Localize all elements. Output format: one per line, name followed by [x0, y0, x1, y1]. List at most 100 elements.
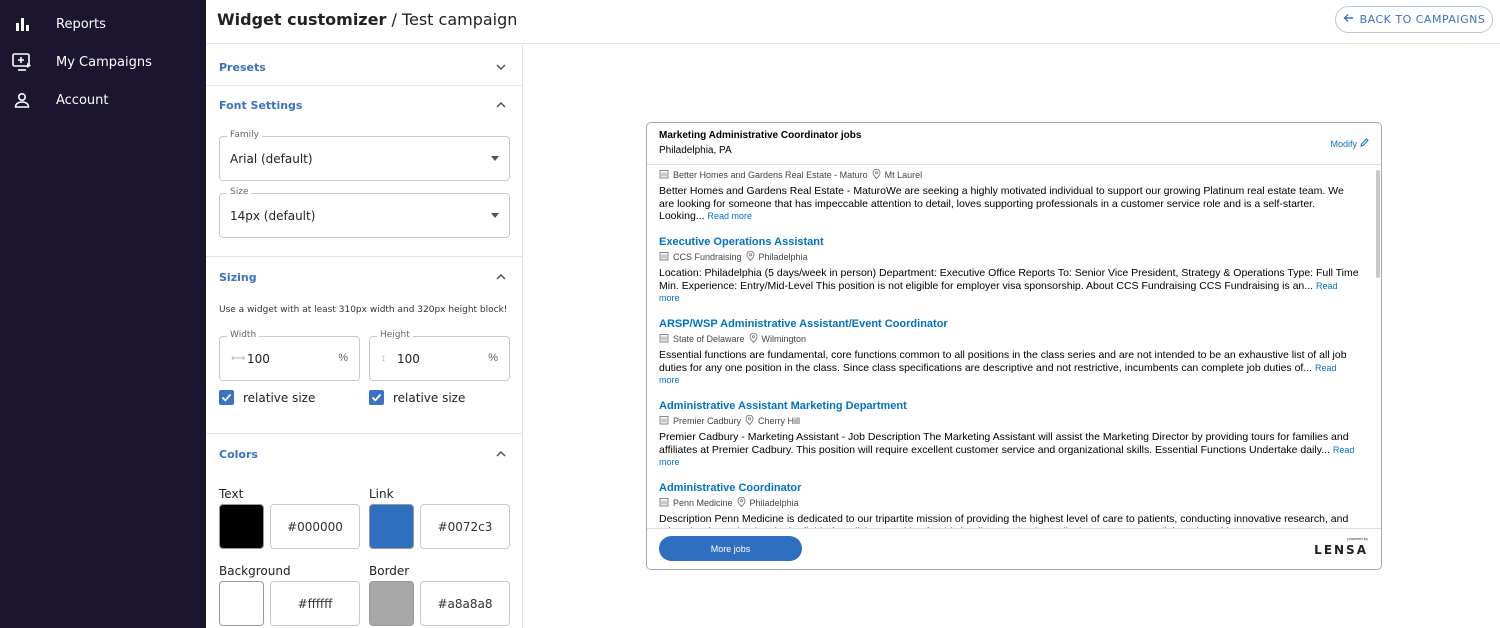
- building-icon: [659, 415, 669, 427]
- person-icon: [12, 90, 32, 110]
- building-icon: [659, 333, 669, 345]
- page-title: Widget customizer / Test campaign: [217, 10, 517, 29]
- job-location: Philadelphia: [749, 498, 799, 508]
- widget-title: Marketing Administrative Coordinator job…: [659, 130, 862, 141]
- building-icon: [659, 497, 669, 509]
- job-item: ARSP/WSP Administrative Assistant/Event …: [659, 318, 1359, 387]
- chevron-up-icon: [495, 447, 507, 459]
- page-header: Widget customizer / Test campaign BACK T…: [206, 0, 1500, 44]
- background-color-swatch[interactable]: [219, 581, 264, 626]
- scrollbar-thumb[interactable]: [1376, 170, 1380, 278]
- sizing-section-header[interactable]: Sizing: [206, 257, 522, 297]
- job-title-link[interactable]: Administrative Coordinator: [659, 482, 1359, 494]
- width-relative-checkbox[interactable]: relative size: [219, 390, 315, 405]
- link-color-label: Link: [369, 487, 394, 501]
- field-value: Arial (default): [230, 152, 313, 166]
- job-description: Essential functions are fundamental, cor…: [659, 349, 1359, 387]
- read-more-link[interactable]: Read more: [707, 211, 752, 221]
- link-color-swatch[interactable]: [369, 504, 414, 549]
- font-size-select[interactable]: Size 14px (default): [219, 187, 510, 238]
- background-color-label: Background: [219, 564, 291, 578]
- colors-section-header[interactable]: Colors: [206, 434, 522, 474]
- height-relative-checkbox[interactable]: relative size: [369, 390, 465, 405]
- field-label: Size: [227, 187, 252, 197]
- border-color-input[interactable]: #a8a8a8: [420, 581, 510, 626]
- field-label: Width: [227, 330, 260, 340]
- height-arrows-icon: ↕: [381, 353, 386, 364]
- widget-preview: Marketing Administrative Coordinator job…: [646, 122, 1382, 570]
- job-item: Administrative Coordinator Penn Medicine…: [659, 482, 1359, 528]
- sidebar-item-my-campaigns[interactable]: My Campaigns: [0, 44, 206, 80]
- width-value: 100: [247, 352, 270, 366]
- chevron-up-icon: [495, 98, 507, 110]
- font-settings-section-header[interactable]: Font Settings: [206, 85, 522, 125]
- sidebar-item-reports[interactable]: Reports: [0, 6, 206, 42]
- job-description: Description Penn Medicine is dedicated t…: [659, 513, 1359, 528]
- more-jobs-button[interactable]: More jobs: [659, 536, 802, 561]
- field-label: Height: [377, 330, 413, 340]
- link-color-input[interactable]: #0072c3: [420, 504, 510, 549]
- width-arrows-icon: ⟷: [231, 353, 246, 364]
- job-title-link[interactable]: Administrative Assistant Marketing Depar…: [659, 400, 1359, 412]
- border-color-swatch[interactable]: [369, 581, 414, 626]
- building-icon: [659, 251, 669, 263]
- job-location: Philadelphia: [758, 252, 808, 262]
- field-label: Family: [227, 130, 262, 140]
- modify-link[interactable]: Modify: [1330, 138, 1369, 149]
- sidebar-item-label: My Campaigns: [56, 54, 152, 70]
- sidebar-item-account[interactable]: Account: [0, 82, 206, 118]
- back-button-label: BACK TO CAMPAIGNS: [1359, 13, 1486, 26]
- checkbox-label: relative size: [243, 390, 316, 405]
- job-meta: Better Homes and Gardens Real Estate - M…: [659, 168, 1359, 181]
- job-meta: Penn Medicine Philadelphia: [659, 496, 1359, 509]
- section-title: Presets: [219, 61, 266, 74]
- background-color-input[interactable]: #ffffff: [270, 581, 360, 626]
- lensa-logo: LENSA: [1314, 543, 1368, 557]
- location-pin-icon: [737, 496, 746, 509]
- job-title-link[interactable]: Executive Operations Assistant: [659, 236, 1359, 248]
- job-description-text: Location: Philadelphia (5 days/week in p…: [659, 267, 1359, 292]
- widget-location: Philadelphia, PA: [659, 145, 732, 156]
- border-color-label: Border: [369, 564, 410, 578]
- powered-by-label: powered by: [1347, 536, 1368, 541]
- job-meta: State of Delaware Wilmington: [659, 332, 1359, 345]
- height-input[interactable]: Height ↕ 100 %: [369, 330, 510, 381]
- job-item: Administrative Assistant Marketing Depar…: [659, 400, 1359, 469]
- job-description-text: Essential functions are fundamental, cor…: [659, 349, 1347, 374]
- widget-header: Marketing Administrative Coordinator job…: [647, 123, 1381, 165]
- text-color-swatch[interactable]: [219, 504, 264, 549]
- sidebar-item-label: Reports: [56, 16, 106, 32]
- modify-label: Modify: [1330, 138, 1357, 149]
- job-item: Better Homes and Gardens Real Estate - M…: [659, 168, 1359, 223]
- width-input[interactable]: Width ⟷ 100 %: [219, 330, 360, 381]
- dropdown-arrow-icon: [491, 156, 499, 161]
- job-description: Location: Philadelphia (5 days/week in p…: [659, 267, 1359, 305]
- back-to-campaigns-button[interactable]: BACK TO CAMPAIGNS: [1335, 6, 1493, 33]
- section-title: Colors: [219, 448, 258, 461]
- job-company: Premier Cadbury: [673, 416, 742, 426]
- sizing-note: Use a widget with at least 310px width a…: [219, 305, 508, 315]
- text-color-label: Text: [219, 487, 244, 501]
- title-main: Widget customizer: [217, 10, 387, 29]
- job-list: Better Homes and Gardens Real Estate - M…: [647, 166, 1381, 528]
- bar-chart-icon: [12, 14, 32, 34]
- text-color-input[interactable]: #000000: [270, 504, 360, 549]
- font-family-select[interactable]: Family Arial (default): [219, 130, 510, 181]
- job-description: Better Homes and Gardens Real Estate - M…: [659, 185, 1359, 223]
- settings-panel: Presets Font Settings Family Arial (defa…: [206, 45, 523, 628]
- job-company: State of Delaware: [673, 334, 745, 344]
- presets-section-header[interactable]: Presets: [206, 47, 522, 87]
- checkmark-icon: [219, 390, 234, 405]
- job-title-link[interactable]: ARSP/WSP Administrative Assistant/Event …: [659, 318, 1359, 330]
- location-pin-icon: [746, 250, 755, 263]
- checkbox-label: relative size: [393, 390, 466, 405]
- campaigns-icon: [12, 52, 32, 72]
- job-item: Executive Operations Assistant CCS Fundr…: [659, 236, 1359, 305]
- sidebar: Reports My Campaigns Account: [0, 0, 206, 628]
- arrow-left-icon: [1343, 13, 1354, 26]
- job-description-text: Premier Cadbury - Marketing Assistant - …: [659, 431, 1349, 456]
- chevron-up-icon: [495, 270, 507, 282]
- job-meta: Premier Cadbury Cherry Hill: [659, 414, 1359, 427]
- height-value: 100: [397, 352, 420, 366]
- job-meta: CCS Fundraising Philadelphia: [659, 250, 1359, 263]
